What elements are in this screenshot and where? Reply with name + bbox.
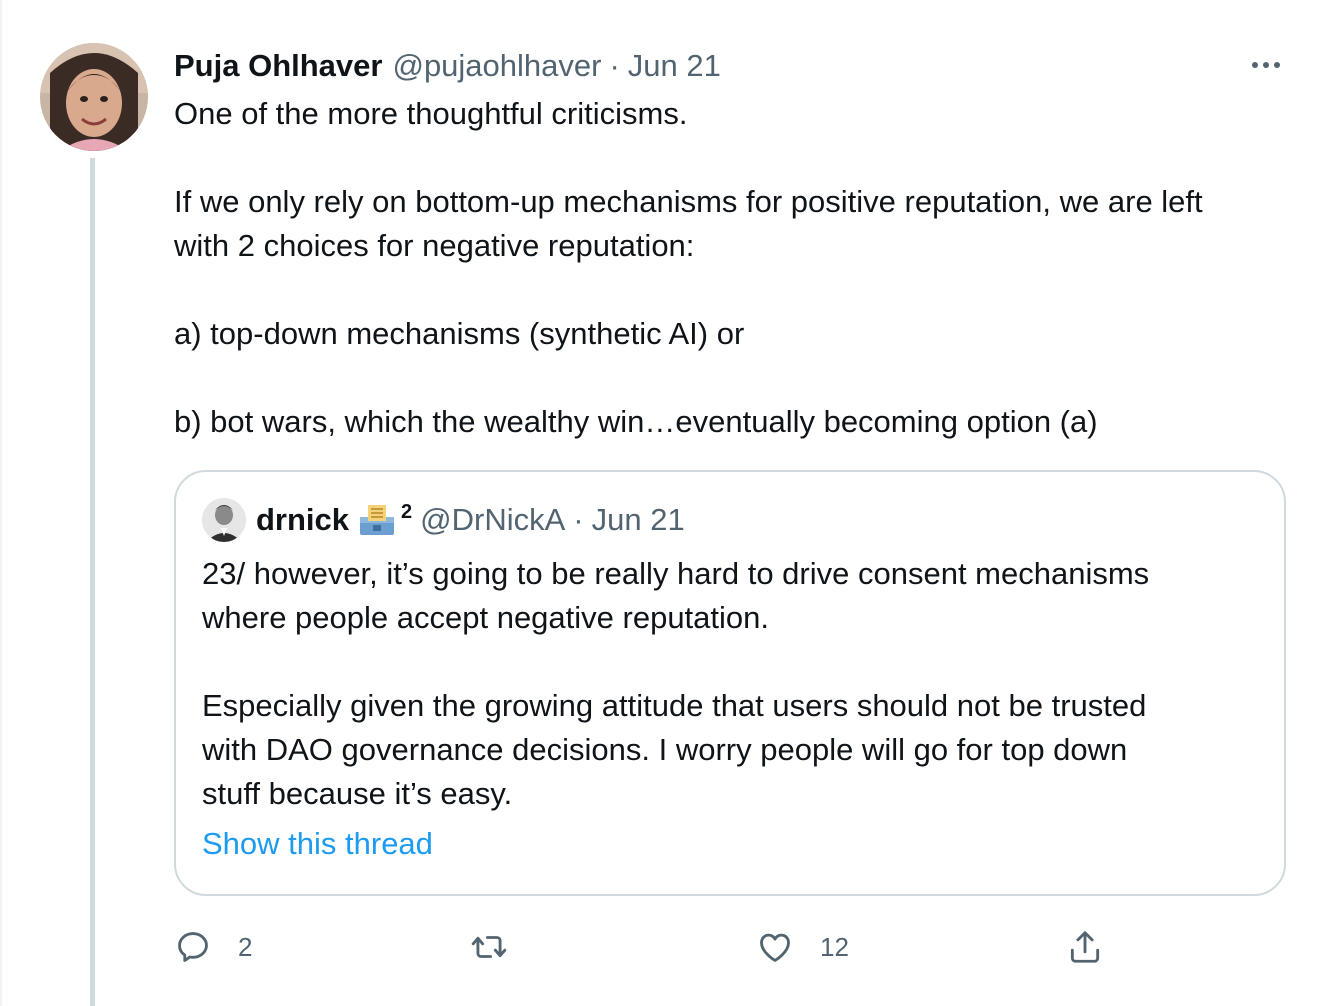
author-name[interactable]: Puja Ohlhaver — [174, 48, 382, 84]
quoted-text-line: Especially given the growing attitude th… — [202, 688, 1147, 723]
share-button[interactable] — [1066, 922, 1104, 972]
tweet-text-line: One of the more thoughtful criticisms. — [174, 96, 688, 131]
share-icon — [1070, 931, 1100, 963]
tweet-text-line: a) top-down mechanisms (synthetic AI) or — [174, 316, 745, 351]
reply-button[interactable]: 2 — [174, 922, 252, 972]
quoted-tweet-text: 23/ however, it’s going to be really har… — [202, 552, 1262, 816]
quoted-author-avatar — [202, 498, 246, 542]
reply-count: 2 — [238, 931, 253, 962]
quoted-tweet-header: drnick 2 @DrNickA · Jun 21 — [256, 500, 685, 540]
quoted-text-line: with DAO governance decisions. I worry p… — [202, 732, 1128, 767]
tweet-container: Puja Ohlhaver @pujaohlhaver · Jun 21 One… — [0, 0, 1324, 1006]
quoted-author-superscript: 2 — [401, 500, 413, 523]
quoted-tweet-date: Jun 21 — [591, 502, 685, 537]
heart-icon — [760, 933, 790, 962]
quoted-tweet-card[interactable]: drnick 2 @DrNickA · Jun 21 23/ however, … — [174, 470, 1286, 896]
quoted-text-line: stuff because it’s easy. — [202, 776, 513, 811]
like-count: 12 — [820, 931, 849, 962]
more-options-icon[interactable] — [1240, 50, 1292, 80]
reply-icon — [178, 932, 208, 962]
like-button[interactable]: 12 — [756, 922, 849, 972]
tweet-header: Puja Ohlhaver @pujaohlhaver · Jun 21 — [174, 46, 721, 86]
tweet-date[interactable]: Jun 21 — [628, 48, 721, 84]
tweet-text-line: If we only rely on bottom-up mechanisms … — [174, 184, 1203, 219]
quoted-text-line: where people accept negative reputation. — [202, 600, 770, 635]
tweet-text-line: with 2 choices for negative reputation: — [174, 228, 695, 263]
tweet-text-line: b) bot wars, which the wealthy win…event… — [174, 404, 1098, 439]
quoted-header-separator: · — [573, 502, 584, 537]
tweet-text: One of the more thoughtful criticisms. I… — [174, 92, 1294, 444]
header-separator: · — [609, 48, 620, 83]
quoted-author-handle: @DrNickA — [420, 502, 566, 537]
ballot-box-emoji-icon — [360, 505, 395, 535]
thread-connector-line — [90, 158, 95, 1006]
show-thread-link[interactable]: Show this thread — [202, 826, 433, 862]
tweet-actions-bar: 2 12 — [174, 922, 1294, 972]
retweet-button[interactable] — [470, 922, 534, 972]
author-avatar[interactable] — [40, 43, 148, 151]
author-handle[interactable]: @pujaohlhaver — [392, 48, 601, 84]
quoted-author-name: drnick — [256, 502, 350, 537]
retweet-icon — [471, 936, 507, 958]
quoted-text-line: 23/ however, it’s going to be really har… — [202, 556, 1150, 591]
